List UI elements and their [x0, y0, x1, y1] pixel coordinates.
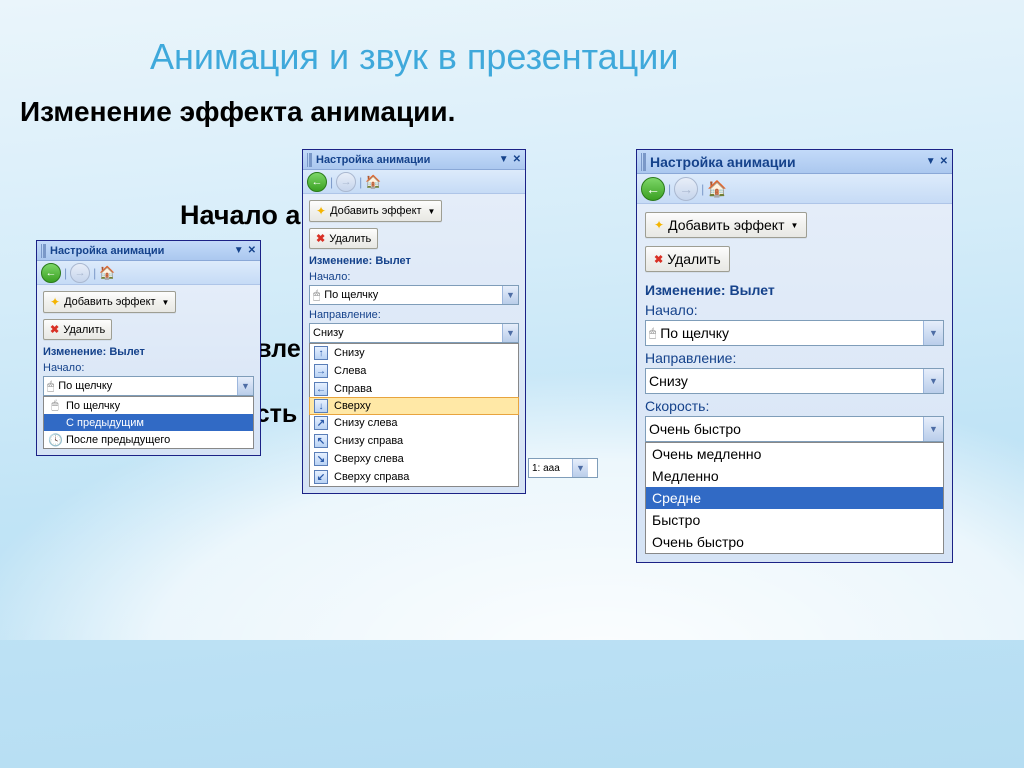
dropdown-icon[interactable]: ▼	[926, 156, 936, 167]
delete-icon: ✖	[654, 253, 663, 266]
start-combo[interactable]: 🖱 По щелчку ▼	[645, 320, 944, 346]
nav-forward-icon[interactable]: →	[336, 172, 356, 192]
direction-option[interactable]: ↘Сверху слева	[310, 450, 518, 468]
arrow-icon: ↗	[314, 416, 328, 430]
direction-combo[interactable]: Снизу ▼	[645, 368, 944, 394]
close-icon[interactable]: ✕	[248, 245, 256, 256]
chevron-down-icon[interactable]: ▼	[572, 459, 588, 477]
speed-combo[interactable]: Очень быстро ▼	[645, 416, 944, 442]
chevron-down-icon[interactable]: ▼	[923, 321, 943, 345]
speed-option[interactable]: Быстро	[646, 509, 943, 531]
speed-option[interactable]: Очень быстро	[646, 531, 943, 553]
pane-header: Настройка анимации ▼ ✕	[303, 150, 525, 170]
nav-forward-icon[interactable]: →	[674, 177, 698, 201]
speed-option[interactable]: Медленно	[646, 465, 943, 487]
pane-nav: ← | → | 🏠	[37, 261, 260, 285]
pane-nav: ← | → | 🏠	[637, 174, 952, 204]
task-pane-animation-2: Настройка анимации ▼ ✕ ← | → | 🏠 ✦Добави…	[302, 149, 526, 494]
arrow-icon: →	[314, 364, 328, 378]
direction-option[interactable]: ↓Сверху	[309, 397, 519, 415]
home-icon[interactable]: 🏠	[707, 179, 727, 199]
star-icon: ✦	[654, 218, 664, 232]
nav-back-icon[interactable]: ←	[641, 177, 665, 201]
direction-option[interactable]: →Слева	[310, 362, 518, 380]
delete-icon: ✖	[316, 232, 325, 245]
modify-label: Изменение: Вылет	[43, 346, 254, 358]
modify-label: Изменение: Вылет	[645, 282, 944, 298]
dropdown-icon[interactable]: ▼	[234, 245, 244, 256]
pane-header: Настройка анимации ▼ ✕	[37, 241, 260, 261]
clock-icon: 🕓	[48, 433, 62, 447]
close-icon[interactable]: ✕	[940, 156, 948, 167]
start-dropdown[interactable]: 🖱По щелчкуС предыдущим🕓После предыдущего	[43, 396, 254, 449]
nav-back-icon[interactable]: ←	[307, 172, 327, 192]
add-effect-button[interactable]: ✦Добавить эффект▼	[43, 291, 176, 313]
speed-option[interactable]: Средне	[646, 487, 943, 509]
chevron-down-icon[interactable]: ▼	[923, 369, 943, 393]
nav-back-icon[interactable]: ←	[41, 263, 61, 283]
mouse-icon: 🖱	[47, 379, 54, 394]
start-label: Начало:	[43, 362, 254, 374]
remove-button[interactable]: ✖Удалить	[309, 228, 378, 249]
star-icon: ✦	[50, 295, 60, 309]
direction-label: Направление:	[645, 350, 944, 366]
arrow-icon: ↓	[314, 399, 328, 413]
arrow-icon: ↖	[314, 434, 328, 448]
direction-option[interactable]: ↗Снизу слева	[310, 414, 518, 432]
pane-title: Настройка анимации	[50, 245, 164, 257]
slide-subtitle: Изменение эффекта анимации.	[20, 96, 455, 128]
nav-forward-icon[interactable]: →	[70, 263, 90, 283]
mouse-icon: 🖱	[313, 288, 320, 303]
speed-label: Скорость:	[645, 398, 944, 414]
grip-icon	[641, 153, 646, 171]
start-label: Начало:	[645, 302, 944, 318]
start-combo[interactable]: 🖱 По щелчку ▼	[309, 285, 519, 305]
star-icon: ✦	[316, 204, 326, 218]
arrow-icon: ↘	[314, 452, 328, 466]
effect-item[interactable]: 1: aaa ▼	[528, 458, 598, 478]
mouse-icon: 🖱	[48, 398, 62, 413]
direction-dropdown[interactable]: ↑Снизу→Слева←Справа↓Сверху↗Снизу слева↖С…	[309, 343, 519, 487]
direction-combo[interactable]: Снизу ▼	[309, 323, 519, 343]
remove-button[interactable]: ✖Удалить	[43, 319, 112, 340]
start-combo[interactable]: 🖱 По щелчку ▼	[43, 376, 254, 396]
pane-header: Настройка анимации ▼ ✕	[637, 150, 952, 174]
grip-icon	[307, 153, 312, 167]
arrow-icon: ↙	[314, 470, 328, 484]
start-option[interactable]: 🕓После предыдущего	[44, 431, 253, 448]
grip-icon	[41, 244, 46, 258]
speed-option[interactable]: Очень медленно	[646, 443, 943, 465]
direction-option[interactable]: ↑Снизу	[310, 344, 518, 362]
arrow-icon: ←	[314, 382, 328, 396]
start-option[interactable]: С предыдущим	[44, 414, 253, 431]
chevron-down-icon[interactable]: ▼	[502, 324, 518, 342]
close-icon[interactable]: ✕	[513, 154, 521, 165]
direction-option[interactable]: ↙Сверху справа	[310, 468, 518, 486]
start-label: Начало:	[309, 271, 519, 283]
remove-button[interactable]: ✖Удалить	[645, 246, 730, 272]
task-pane-animation-1: Настройка анимации ▼ ✕ ← | → | 🏠 ✦Добави…	[36, 240, 261, 456]
direction-option[interactable]: ←Справа	[310, 380, 518, 398]
pane-title: Настройка анимации	[650, 154, 796, 170]
direction-label: Направление:	[309, 309, 519, 321]
chevron-down-icon[interactable]: ▼	[923, 417, 943, 441]
pane-title: Настройка анимации	[316, 154, 430, 166]
direction-option[interactable]: ↖Снизу справа	[310, 432, 518, 450]
add-effect-button[interactable]: ✦Добавить эффект▼	[645, 212, 807, 238]
pane-nav: ← | → | 🏠	[303, 170, 525, 194]
mouse-icon: 🖱	[649, 326, 656, 341]
task-pane-animation-3: Настройка анимации ▼ ✕ ← | → | 🏠 ✦Добави…	[636, 149, 953, 563]
start-option[interactable]: 🖱По щелчку	[44, 397, 253, 414]
home-icon[interactable]: 🏠	[99, 265, 115, 281]
delete-icon: ✖	[50, 323, 59, 336]
add-effect-button[interactable]: ✦Добавить эффект▼	[309, 200, 442, 222]
arrow-icon: ↑	[314, 346, 328, 360]
speed-dropdown[interactable]: Очень медленноМедленноСреднеБыстроОчень …	[645, 442, 944, 554]
home-icon[interactable]: 🏠	[365, 174, 381, 190]
chevron-down-icon[interactable]: ▼	[502, 286, 518, 304]
modify-label: Изменение: Вылет	[309, 255, 519, 267]
slide-title: Анимация и звук в презентации	[150, 36, 679, 78]
dropdown-icon[interactable]: ▼	[499, 154, 509, 165]
chevron-down-icon[interactable]: ▼	[237, 377, 253, 395]
